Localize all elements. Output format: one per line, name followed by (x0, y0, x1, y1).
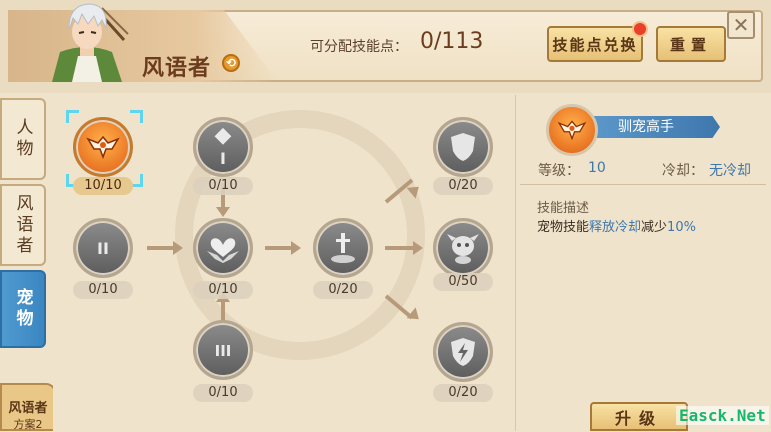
roman-three-icon: III (214, 342, 232, 360)
connector-arrow (385, 246, 415, 250)
cooldown-label: 冷却： (662, 163, 704, 179)
tab-windspeaker[interactable]: 风语者 (0, 184, 46, 266)
site-watermark: Easck.Net (676, 406, 769, 425)
level-value: 10 (588, 160, 606, 176)
skill-node-tier-two[interactable]: II (73, 218, 133, 278)
class-name: 风语者 (142, 56, 212, 81)
eagle-crest-icon (86, 135, 120, 160)
skill-node-heart[interactable] (193, 218, 253, 278)
skill-node-level: 0/10 (193, 177, 253, 195)
tab-pet[interactable]: 宠物 (0, 270, 46, 348)
skill-node-tamer[interactable] (73, 117, 133, 177)
arrowhead (413, 241, 423, 255)
skill-name-banner: 驯宠高手 (594, 116, 720, 138)
tab-character[interactable]: 人物 (0, 98, 46, 180)
notification-dot (632, 21, 648, 37)
scheme-class-label: 风语者 (8, 401, 48, 416)
swap-icon[interactable]: ⟲ (222, 54, 240, 72)
skill-node-level: 0/20 (433, 177, 493, 195)
lightning-shield-icon (451, 338, 475, 366)
heart-wings-icon (207, 238, 239, 263)
skill-node-level: 0/50 (433, 273, 493, 291)
scheme-selector[interactable]: 风语者 方案2 (0, 383, 56, 431)
close-icon[interactable]: ✕ (727, 11, 755, 39)
skill-node-sword[interactable] (313, 218, 373, 278)
skill-node-lightning[interactable] (433, 322, 493, 382)
sword-stone-icon (331, 233, 355, 263)
description-highlight: 释放冷却 (589, 220, 642, 235)
connector-arrow (265, 246, 293, 250)
skill-node-level: 10/10 (73, 177, 133, 195)
scheme-number-label: 方案2 (13, 418, 43, 431)
cooldown-value: 无冷却 (709, 163, 751, 179)
eagle-crest-icon (546, 104, 598, 156)
skill-node-pet[interactable] (433, 218, 493, 278)
reset-button[interactable]: 重置 (656, 26, 726, 62)
skill-node-level: 0/10 (73, 281, 133, 299)
skill-node-level: 0/10 (193, 384, 253, 402)
selection-corner (130, 110, 143, 123)
skill-point-exchange-button[interactable]: 技能点兑换 (547, 26, 643, 62)
character-portrait (52, 3, 129, 82)
arrowhead (173, 241, 183, 255)
arrowhead (291, 241, 301, 255)
arrowhead (216, 207, 230, 217)
level-label: 等级： (538, 163, 580, 179)
shield-icon (451, 133, 475, 161)
description-title: 技能描述 (537, 201, 590, 216)
skill-node-tier-three[interactable]: III (193, 320, 253, 380)
divider (520, 184, 766, 185)
skill-node-level: 0/10 (193, 281, 253, 299)
selection-corner (66, 110, 79, 123)
skill-node-tier-one[interactable]: ◆ I (193, 117, 253, 177)
description-value: 10% (667, 220, 696, 235)
skill-node-shield[interactable] (433, 117, 493, 177)
description-part: 减少 (641, 220, 668, 235)
description-text: 宠物技能释放冷却减少10% (537, 216, 696, 235)
skill-points-label: 可分配技能点： (310, 39, 408, 55)
skill-node-level: 0/20 (433, 384, 493, 402)
roman-two-icon: II (97, 239, 109, 258)
pet-creature-icon (447, 234, 479, 264)
skill-node-level: 0/20 (313, 281, 373, 299)
skill-points-value: 0/113 (420, 29, 484, 54)
upgrade-button[interactable]: 升级 (590, 402, 688, 431)
roman-one-icon: ◆ I (214, 123, 232, 168)
description-part: 宠物技能 (537, 220, 590, 235)
connector-arrow (147, 246, 175, 250)
